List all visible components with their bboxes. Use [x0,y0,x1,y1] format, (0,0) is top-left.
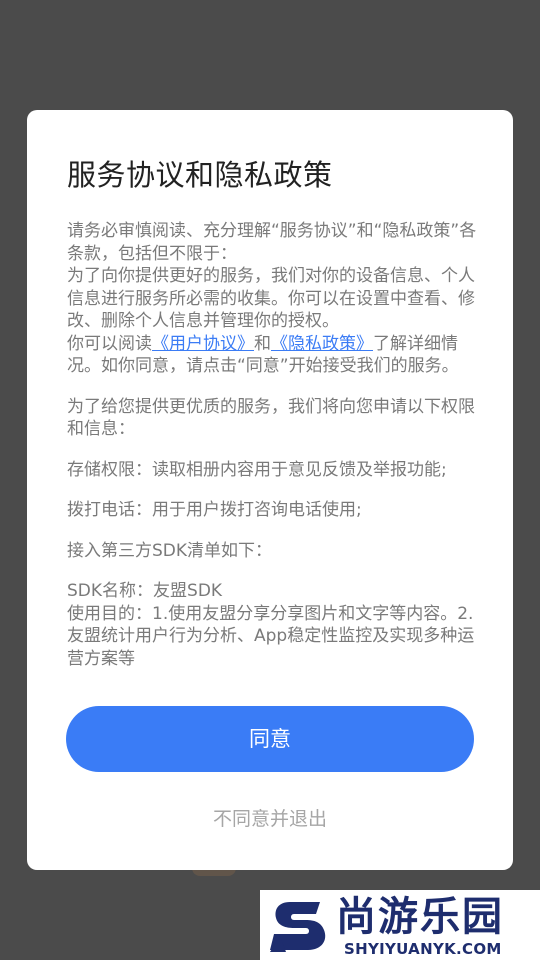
sdk-list-title: 接入第三方SDK清单如下： [67,540,273,561]
permissions-intro: 为了给您提供更优质的服务，我们将向您申请以下权限和信息： [67,396,475,440]
privacy-dialog: 服务协议和隐私政策 请务必审慎阅读、充分理解“服务协议”和“隐私政策”各条款，包… [27,110,513,870]
watermark-logo-icon [270,902,326,952]
read-prefix: 你可以阅读 [67,333,152,354]
watermark-brand: 尚游乐园 [336,894,504,940]
intro-text: 请务必审慎阅读、充分理解“服务协议”和“隐私政策”各条款，包括但不限于： [67,221,477,264]
sdk-name-text: SDK名称：友盟SDK [67,581,223,601]
watermark-url: SHYIYUANYK.COM [344,940,502,958]
site-watermark: 尚游乐园 SHYIYUANYK.COM [260,890,540,960]
dialog-body-scroll[interactable]: 请务必审慎阅读、充分理解“服务协议”和“隐私政策”各条款，包括但不限于： 为了向… [67,220,477,675]
phone-permission-text: 拨打电话：用于用户拨打咨询电话使用; [67,500,362,520]
read-agreements-text: 你可以阅读《用户协议》和《隐私政策》了解详细情况。如你同意，请点击“同意”开始接… [67,333,477,378]
read-and: 和 [254,333,271,354]
sdk-purpose-text: 使用目的：1.使用友盟分享分享图片和文字等内容。2.友盟统计用户行为分析、App… [67,603,475,669]
collection-text: 为了向你提供更好的服务，我们对你的设备信息、个人信息进行服务所必需的收集。你可以… [67,266,475,331]
dialog-title: 服务协议和隐私政策 [67,158,333,192]
agree-button[interactable]: 同意 [66,706,474,772]
storage-permission-text: 存储权限：读取相册内容用于意见反馈及举报功能; [67,459,447,480]
privacy-policy-link[interactable]: 《隐私政策》 [271,334,373,354]
user-agreement-link[interactable]: 《用户协议》 [152,334,254,354]
disagree-exit-button[interactable]: 不同意并退出 [66,802,474,836]
